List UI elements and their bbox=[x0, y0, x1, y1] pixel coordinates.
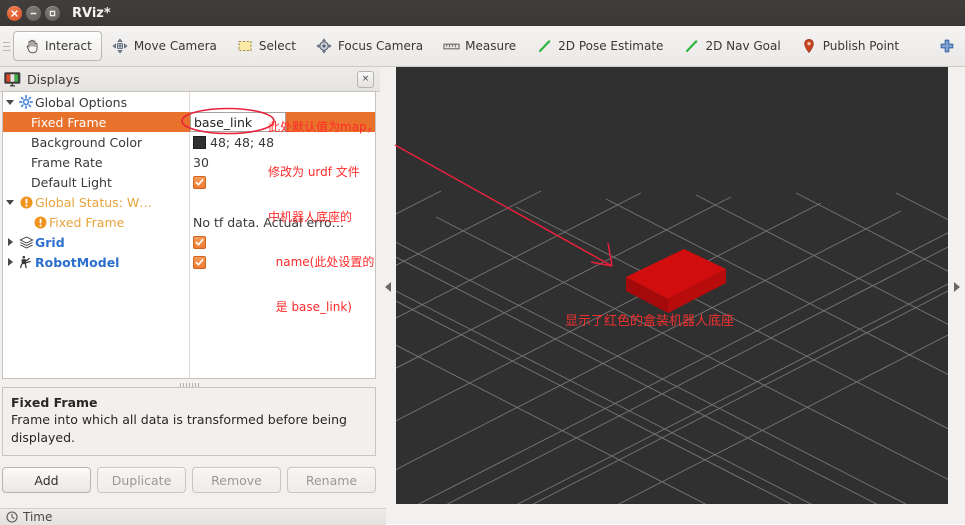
tree-row-name: Fixed Frame bbox=[3, 212, 189, 232]
window-title: RViz* bbox=[72, 5, 111, 21]
help-title: Fixed Frame bbox=[11, 395, 98, 410]
window-minimize-button[interactable] bbox=[26, 5, 41, 21]
tool-label: Interact bbox=[45, 39, 92, 53]
fixed-frame-value: base_link bbox=[194, 114, 253, 130]
tool-label: Move Camera bbox=[133, 39, 217, 53]
warning-icon bbox=[31, 216, 49, 229]
tool-label: 2D Pose Estimate bbox=[558, 39, 664, 53]
tree-row-label: Default Light bbox=[31, 174, 112, 190]
triangle-right-icon bbox=[954, 282, 960, 292]
viewport-scene bbox=[396, 67, 948, 504]
focus-camera-icon bbox=[316, 38, 333, 55]
tree-row-name: Global Options bbox=[3, 92, 189, 112]
time-panel-header: Time bbox=[0, 508, 386, 525]
tree-row-name: Fixed Frame bbox=[3, 112, 189, 132]
remove-button[interactable]: Remove bbox=[192, 467, 281, 493]
tool-label: Measure bbox=[465, 39, 517, 53]
tool-label: 2D Nav Goal bbox=[705, 39, 781, 53]
annotation-note-robot-base: 显示了红色的盒装机器人底座 bbox=[565, 314, 735, 329]
warning-icon bbox=[17, 196, 35, 209]
map-pin-icon bbox=[801, 38, 818, 55]
enabled-checkbox[interactable] bbox=[193, 255, 206, 269]
clock-icon bbox=[6, 511, 18, 523]
enabled-checkbox[interactable] bbox=[193, 175, 206, 189]
add-tool-button[interactable] bbox=[927, 31, 965, 61]
displays-button-row: Add Duplicate Remove Rename bbox=[2, 467, 376, 493]
tree-row-label: Grid bbox=[35, 234, 65, 250]
tool-button-publish-point[interactable]: Publish Point bbox=[791, 31, 909, 61]
tree-row-label: Fixed Frame bbox=[31, 114, 107, 130]
tool-label: Focus Camera bbox=[337, 39, 424, 53]
window-maximize-button[interactable] bbox=[45, 5, 60, 21]
help-body: Frame into which all data is transformed… bbox=[11, 412, 347, 445]
time-panel-title: Time bbox=[23, 510, 53, 524]
collapse-right-button[interactable] bbox=[949, 67, 965, 507]
color-swatch[interactable] bbox=[193, 135, 206, 149]
tree-row-label: Global Options bbox=[35, 94, 128, 110]
window-titlebar: RViz* bbox=[0, 0, 965, 27]
grid-layers-icon bbox=[17, 235, 35, 249]
tool-label: Select bbox=[258, 39, 296, 53]
tree-row-name: Grid bbox=[3, 232, 189, 252]
tree-row-label: Background Color bbox=[31, 134, 143, 150]
duplicate-button[interactable]: Duplicate bbox=[97, 467, 186, 493]
select-rectangle-icon bbox=[237, 38, 254, 55]
tree-row-name: Frame Rate bbox=[3, 152, 189, 172]
tool-button-2d-nav-goal[interactable]: 2D Nav Goal bbox=[673, 31, 790, 61]
tool-button-move-camera[interactable]: Move Camera bbox=[102, 31, 227, 61]
ruler-icon bbox=[443, 38, 460, 55]
add-button[interactable]: Add bbox=[2, 467, 91, 493]
annotation-line: 是 base_link) bbox=[268, 300, 352, 314]
tree-row-label: Fixed Frame bbox=[49, 214, 125, 230]
enabled-checkbox[interactable] bbox=[193, 235, 206, 249]
render-viewport-3d[interactable] bbox=[396, 67, 948, 504]
rename-button[interactable]: Rename bbox=[287, 467, 376, 493]
triangle-left-icon bbox=[385, 282, 391, 292]
tool-button-interact[interactable]: Interact bbox=[13, 31, 102, 61]
tree-row-label: RobotModel bbox=[35, 254, 120, 270]
tree-row-label: Global Status: W… bbox=[35, 194, 152, 210]
toolbar-drag-handle[interactable] bbox=[3, 35, 10, 57]
displays-monitor-icon bbox=[4, 71, 22, 87]
rviz-window: RViz* Interact Move Camera Select Focus … bbox=[0, 0, 965, 525]
close-icon[interactable]: × bbox=[357, 70, 374, 88]
robot-icon bbox=[17, 255, 35, 269]
window-close-button[interactable] bbox=[7, 5, 22, 21]
chevron-down-icon[interactable] bbox=[3, 199, 17, 205]
annotation-line: 修改为 urdf 文件 bbox=[268, 165, 360, 179]
chevron-down-icon[interactable] bbox=[3, 99, 17, 105]
chevron-right-icon[interactable] bbox=[3, 238, 17, 246]
tree-row-name: Global Status: W… bbox=[3, 192, 189, 212]
tree-row-name: Default Light bbox=[3, 172, 189, 192]
tool-button-2d-pose-estimate[interactable]: 2D Pose Estimate bbox=[526, 31, 673, 61]
nav-goal-arrow-icon bbox=[683, 38, 700, 55]
pose-arrow-icon bbox=[536, 38, 553, 55]
annotation-line: 中机器人底座的 bbox=[268, 210, 353, 224]
tree-row-label: Frame Rate bbox=[31, 154, 103, 170]
window-controls bbox=[7, 5, 60, 21]
main-toolbar: Interact Move Camera Select Focus Camera… bbox=[0, 26, 965, 67]
hand-cursor-icon bbox=[23, 38, 40, 55]
gear-icon bbox=[17, 95, 35, 109]
tool-button-select[interactable]: Select bbox=[227, 31, 306, 61]
displays-panel-header: Displays × bbox=[0, 67, 380, 92]
color-value-text: 48; 48; 48 bbox=[210, 134, 275, 150]
annotation-note-fixed-frame: 此处默认值为map， 修改为 urdf 文件 中机器人底座的 name(此处设置… bbox=[268, 90, 379, 345]
value-text: 30 bbox=[193, 154, 209, 170]
chevron-right-icon[interactable] bbox=[3, 258, 17, 266]
viewport-area bbox=[380, 67, 965, 507]
move-camera-icon bbox=[112, 38, 129, 55]
display-help-box: Fixed Frame Frame into which all data is… bbox=[2, 387, 376, 456]
annotation-line: name(此处设置的 bbox=[268, 255, 375, 269]
tool-button-measure[interactable]: Measure bbox=[433, 31, 526, 61]
annotation-line: 此处默认值为map， bbox=[268, 120, 379, 134]
tool-label: Publish Point bbox=[822, 39, 900, 53]
plus-icon bbox=[938, 38, 955, 55]
collapse-left-button[interactable] bbox=[380, 67, 396, 507]
tree-row-name: Background Color bbox=[3, 132, 189, 152]
tool-button-focus-camera[interactable]: Focus Camera bbox=[306, 31, 433, 61]
tree-row-name: RobotModel bbox=[3, 252, 189, 272]
displays-panel-title: Displays bbox=[27, 71, 80, 87]
